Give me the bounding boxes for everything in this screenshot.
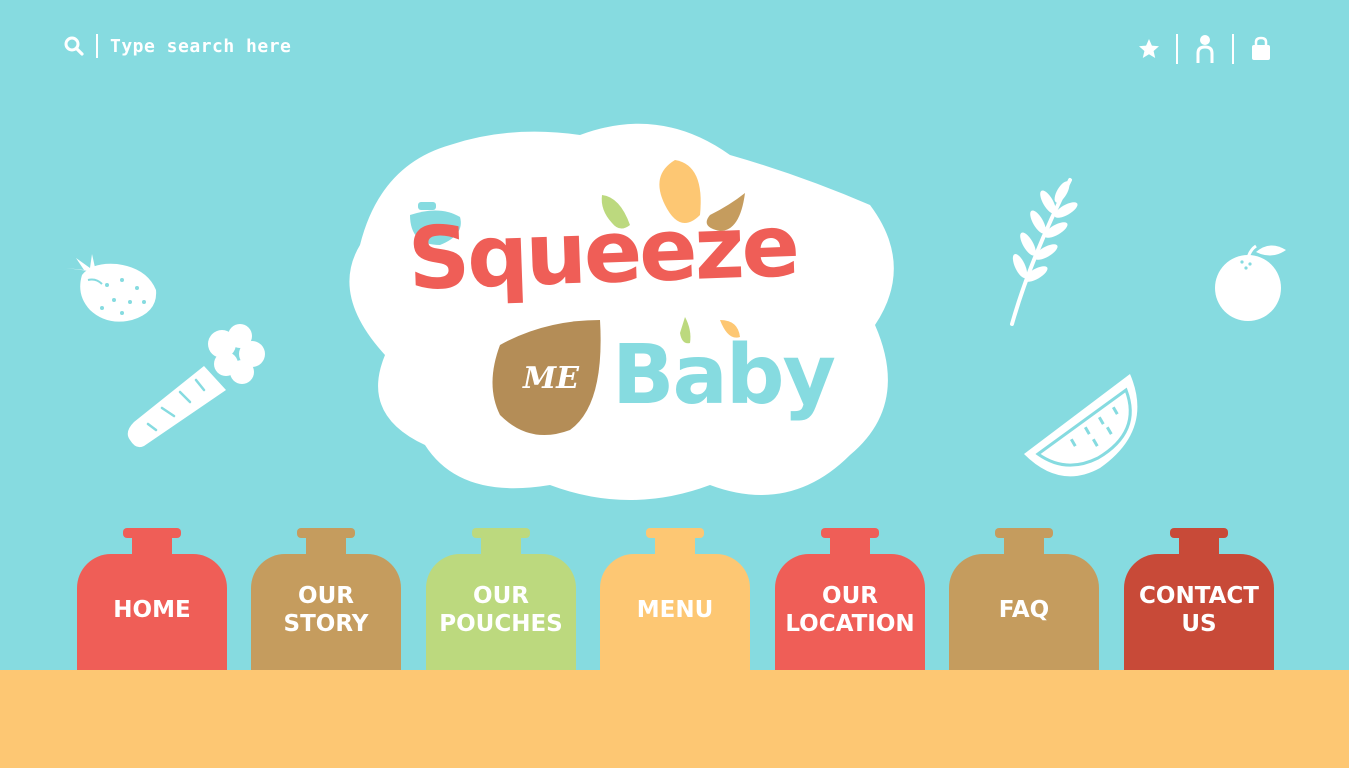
nav-item-faq[interactable]: FAQ [949, 528, 1099, 670]
user-icon[interactable] [1191, 34, 1219, 64]
search-bar [64, 33, 330, 59]
pouch-neck [655, 536, 695, 554]
search-icon[interactable] [64, 36, 84, 56]
nav-item-our-story[interactable]: OUR STORY [251, 528, 401, 670]
watermelon-icon [1024, 374, 1138, 477]
carrot-icon [127, 324, 265, 448]
footer-ground [0, 670, 1349, 768]
nav-label: OUR POUCHES [439, 583, 563, 637]
header-divider [1176, 34, 1178, 64]
main-nav: HOME OUR STORY OUR POUCHES MENU OUR LOCA… [0, 528, 1349, 670]
nav-item-our-pouches[interactable]: OUR POUCHES [426, 528, 576, 670]
pouch-neck [1004, 536, 1044, 554]
pouch-neck [481, 536, 521, 554]
nav-label: MENU [636, 597, 714, 623]
pouch-neck [306, 536, 346, 554]
wheat-icon [1010, 178, 1078, 326]
brand-logo[interactable]: Squeeze ME Baby [330, 105, 900, 510]
strawberry-icon [66, 254, 157, 322]
pouch-neck [1179, 536, 1219, 554]
nav-label: OUR STORY [283, 583, 369, 637]
shopping-bag-icon[interactable] [1247, 34, 1275, 64]
logo-text-squeeze: Squeeze [406, 196, 799, 310]
header-icons [1135, 33, 1275, 65]
nav-label: FAQ [998, 597, 1050, 623]
logo-text-baby: Baby [612, 328, 836, 423]
pouch-neck [830, 536, 870, 554]
nav-item-contact-us[interactable]: CONTACT US [1124, 528, 1274, 670]
nav-item-home[interactable]: HOME [77, 528, 227, 670]
nav-item-our-location[interactable]: OUR LOCATION [775, 528, 925, 670]
orange-icon [1215, 244, 1286, 321]
nav-item-menu[interactable]: MENU [600, 528, 750, 670]
search-input[interactable] [110, 35, 330, 57]
pouch-neck [132, 536, 172, 554]
nav-label: CONTACT US [1139, 583, 1259, 637]
logo-text-me: ME [522, 360, 580, 396]
star-icon[interactable] [1135, 34, 1163, 64]
search-divider [96, 34, 98, 58]
nav-label: HOME [113, 597, 191, 623]
nav-label: OUR LOCATION [785, 583, 915, 637]
header-divider [1232, 34, 1234, 64]
